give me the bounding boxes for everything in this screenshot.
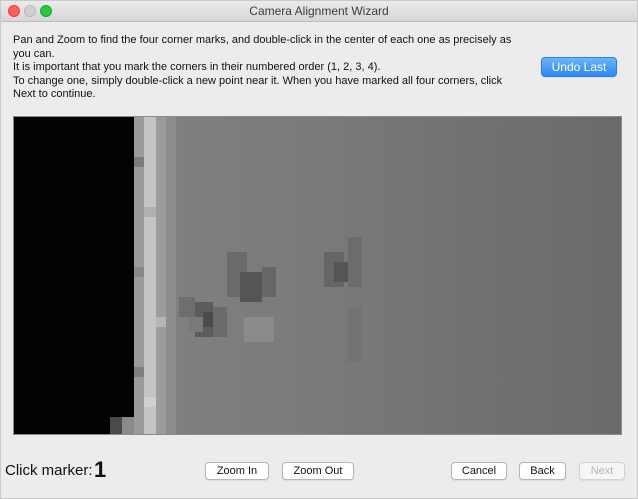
window-title: Camera Alignment Wizard — [249, 4, 389, 18]
click-marker-number: 1 — [94, 457, 107, 482]
camera-image[interactable] — [14, 117, 621, 434]
title-bar[interactable]: Camera Alignment Wizard — [1, 1, 637, 22]
instructions-text: Pan and Zoom to find the four corner mar… — [13, 34, 512, 100]
next-button[interactable]: Next — [579, 462, 625, 480]
zoom-in-button[interactable]: Zoom In — [205, 462, 269, 480]
camera-image-viewport[interactable] — [13, 116, 622, 435]
click-marker-label: Click marker: — [5, 462, 93, 479]
wizard-window: Camera Alignment Wizard Pan and Zoom to … — [0, 0, 638, 499]
back-button[interactable]: Back — [519, 462, 566, 480]
undo-last-button[interactable]: Undo Last — [541, 57, 617, 77]
zoom-out-button[interactable]: Zoom Out — [282, 462, 354, 480]
cancel-button[interactable]: Cancel — [451, 462, 507, 480]
